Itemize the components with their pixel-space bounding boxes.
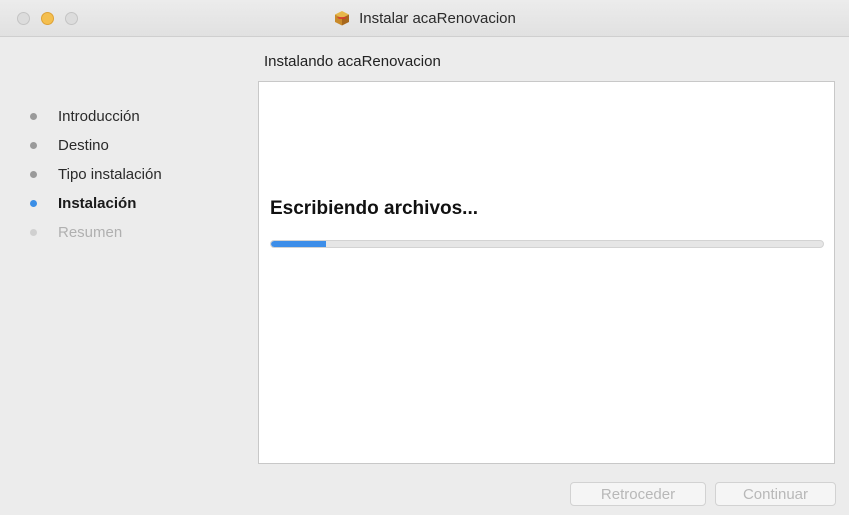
step-bullet — [30, 228, 37, 236]
back-button[interactable]: Retroceder — [570, 482, 706, 506]
step-bullet — [30, 141, 37, 149]
progress-fill — [271, 241, 327, 247]
package-icon — [333, 9, 351, 27]
step-instalacion: Instalación — [30, 193, 136, 213]
step-destino: Destino — [30, 135, 109, 155]
steps-sidebar: Introducción Destino Tipo instalación In… — [0, 36, 258, 515]
window-title: Instalar acaRenovacion — [359, 9, 516, 27]
window-title-group: Instalar acaRenovacion — [0, 0, 849, 36]
step-label: Tipo instalación — [58, 165, 162, 183]
step-label: Resumen — [58, 223, 123, 241]
step-bullet-active — [30, 199, 37, 207]
step-resumen: Resumen — [30, 222, 122, 242]
status-text: Escribiendo archivos... — [270, 198, 479, 219]
step-label: Introducción — [58, 107, 140, 125]
step-introduccion: Introducción — [30, 106, 140, 126]
continue-button[interactable]: Continuar — [715, 482, 836, 506]
step-bullet — [30, 112, 37, 120]
title-bar[interactable]: Instalar acaRenovacion — [0, 0, 849, 37]
step-label: Destino — [58, 136, 109, 154]
progress-bar — [270, 240, 824, 248]
installer-window: Instalar acaRenovacion Introducción Dest… — [0, 0, 849, 515]
step-label: Instalación — [58, 194, 137, 212]
content-panel: Escribiendo archivos... — [258, 81, 835, 464]
step-tipo-instalacion: Tipo instalación — [30, 164, 162, 184]
page-heading: Instalando acaRenovacion — [264, 53, 441, 70]
step-bullet — [30, 170, 37, 178]
